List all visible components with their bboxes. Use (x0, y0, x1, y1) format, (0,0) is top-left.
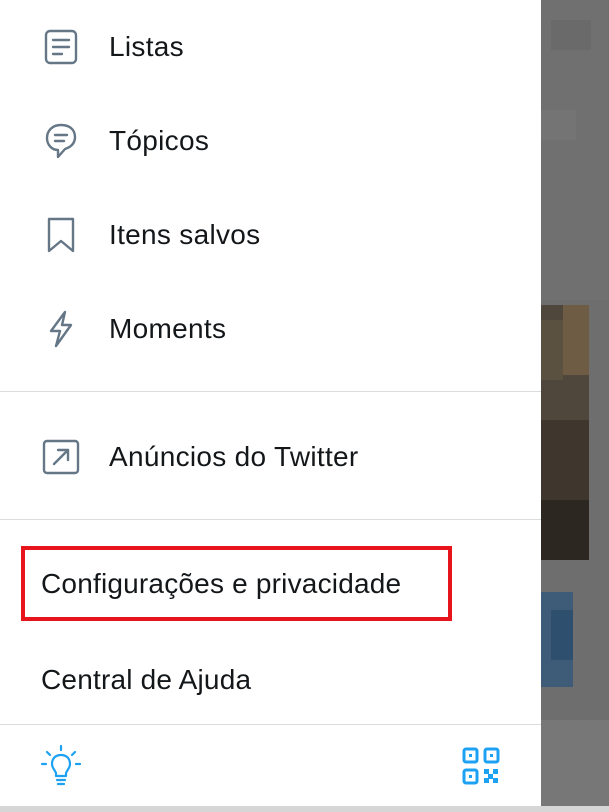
menu-item-moments[interactable]: Moments (0, 282, 541, 376)
menu-item-topics[interactable]: Tópicos (0, 94, 541, 188)
background-image-block (551, 610, 573, 660)
background-block (541, 720, 609, 806)
external-arrow-icon (42, 438, 80, 476)
menu-item-settings-privacy[interactable]: Configurações e privacidade (0, 544, 541, 624)
navigation-drawer: Listas Tópicos Itens salvos Moments Anún… (0, 0, 541, 812)
menu-item-lists[interactable]: Listas (0, 0, 541, 94)
menu-item-bookmarks[interactable]: Itens salvos (0, 188, 541, 282)
topics-icon (42, 122, 80, 160)
background-image-block (541, 500, 589, 560)
menu-item-label: Moments (109, 313, 227, 344)
divider (0, 391, 541, 392)
divider (0, 519, 541, 520)
menu-item-label: Configurações e privacidade (41, 568, 402, 599)
menu-item-label: Anúncios do Twitter (109, 441, 359, 472)
menu-item-label: Central de Ajuda (41, 664, 252, 695)
background-block (541, 110, 576, 140)
background-image-block (563, 305, 589, 375)
background-image-block (541, 420, 589, 500)
menu-item-label: Listas (109, 31, 184, 62)
bookmark-icon (42, 216, 80, 254)
background-block (551, 20, 591, 50)
dimmed-background-overlay[interactable] (541, 0, 609, 812)
system-bottom-bar (0, 806, 609, 812)
lightning-icon (42, 310, 80, 348)
menu-item-label: Tópicos (109, 125, 210, 156)
list-icon (42, 28, 80, 66)
lightbulb-icon[interactable] (39, 744, 83, 788)
divider (0, 724, 541, 725)
menu-item-twitter-ads[interactable]: Anúncios do Twitter (0, 410, 541, 504)
qr-code-icon[interactable] (461, 746, 505, 790)
background-image-block (541, 320, 563, 380)
menu-item-help-center[interactable]: Central de Ajuda (0, 640, 541, 720)
menu-item-label: Itens salvos (109, 219, 261, 250)
